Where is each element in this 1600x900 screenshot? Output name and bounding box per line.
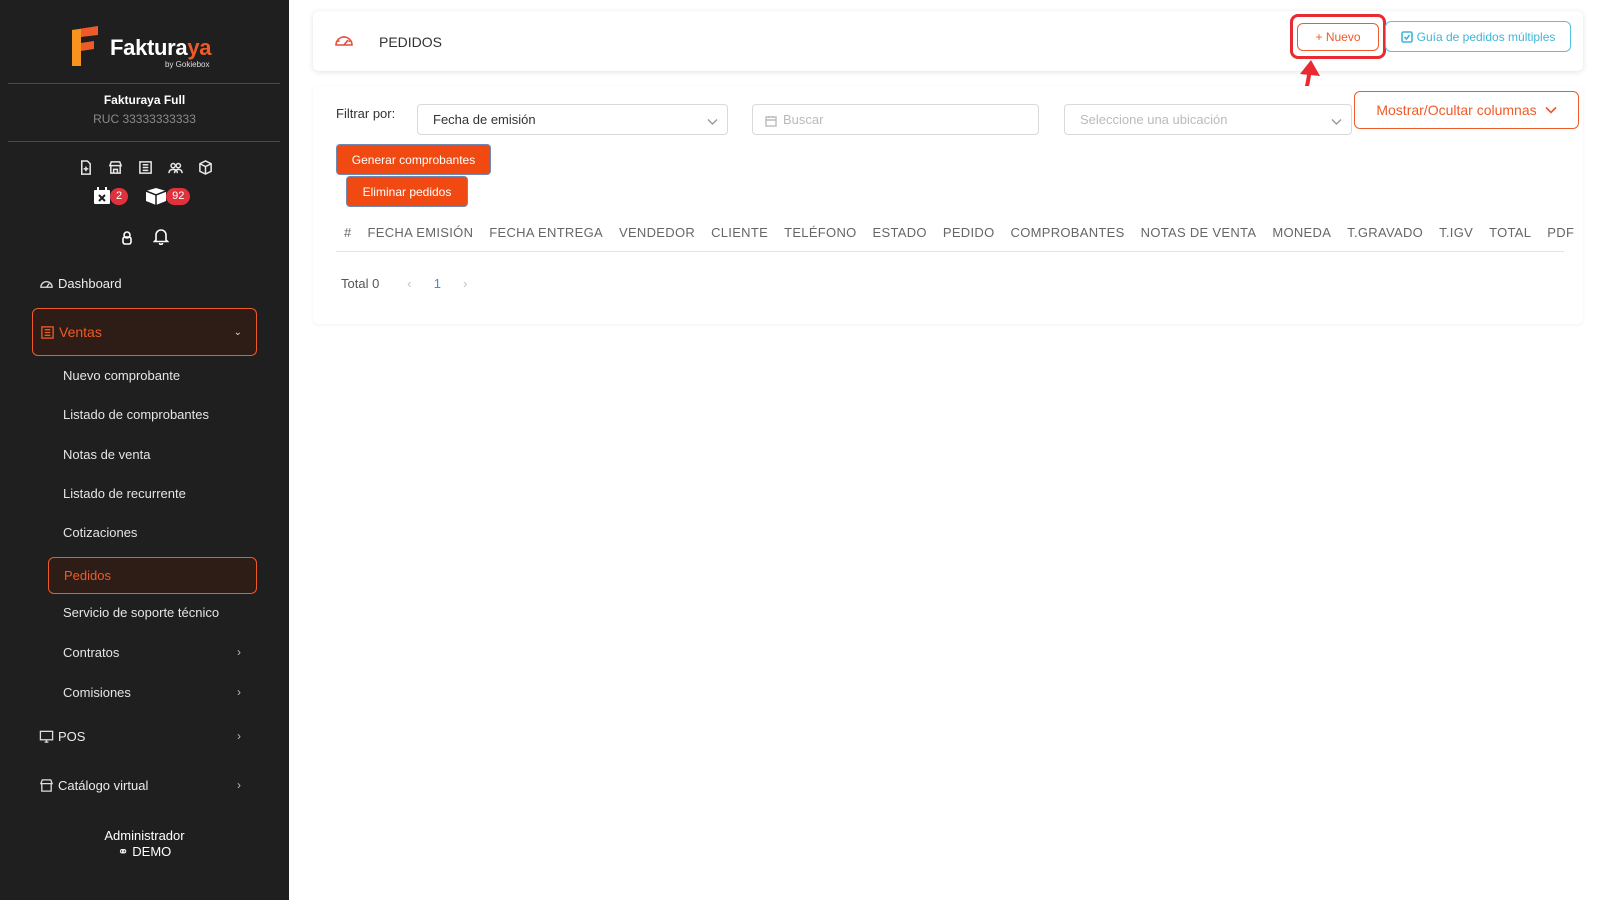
- sidebar-item-servicio-soporte[interactable]: Servicio de soporte técnico: [63, 605, 219, 620]
- user-name: DEMO: [132, 844, 172, 859]
- checkbox-icon: [1400, 30, 1413, 43]
- lock-icon[interactable]: [119, 227, 135, 245]
- chevron-down-icon: [1331, 114, 1342, 125]
- gauge-icon: [334, 31, 354, 49]
- company-ruc: RUC 33333333333: [93, 112, 196, 126]
- date-filter-select[interactable]: Fecha de emisión: [417, 104, 728, 135]
- users-icon[interactable]: [166, 158, 184, 176]
- company-name: Fakturaya Full: [103, 93, 186, 107]
- sidebar-item-pedidos[interactable]: Pedidos: [48, 557, 257, 594]
- column-header: MONEDA: [1272, 225, 1332, 240]
- filter-label: Filtrar por:: [336, 106, 396, 121]
- guia-label: Guía de pedidos múltiples: [1416, 29, 1556, 44]
- column-header: NOTAS DE VENTA: [1140, 225, 1257, 240]
- search-input[interactable]: Buscar: [752, 104, 1039, 135]
- box-icon[interactable]: [196, 158, 214, 176]
- sidebar-item-listado-comprobantes[interactable]: Listado de comprobantes: [63, 407, 209, 422]
- user-role: Administrador: [104, 828, 185, 843]
- sidebar-divider: [8, 141, 280, 142]
- chevron-down-icon: [1545, 106, 1557, 114]
- glasses-icon: ⚭: [117, 844, 129, 859]
- page-title: PEDIDOS: [379, 34, 443, 50]
- column-header: #: [344, 225, 352, 240]
- search-placeholder: Buscar: [783, 112, 824, 127]
- sidebar-item-pos[interactable]: POS: [39, 729, 85, 744]
- boxes-icon: [145, 188, 167, 205]
- chevron-down-icon: [707, 114, 718, 125]
- calendar-badge[interactable]: 2: [92, 186, 129, 206]
- list-icon[interactable]: [136, 158, 154, 176]
- sidebar-item-ventas[interactable]: Ventas ⌄: [32, 308, 257, 356]
- location-select[interactable]: Seleccione una ubicación: [1064, 104, 1352, 135]
- sidebar-item-comisiones[interactable]: Comisiones: [63, 685, 131, 700]
- column-header: T.IGV: [1439, 225, 1474, 240]
- sidebar-item-listado-recurrente[interactable]: Listado de recurrente: [63, 486, 186, 501]
- sidebar-item-nuevo-comprobante[interactable]: Nuevo comprobante: [63, 368, 180, 383]
- calendar-x-icon: [94, 187, 110, 204]
- toggle-columns-label: Mostrar/Ocultar columnas: [1376, 102, 1537, 118]
- bell-icon[interactable]: [153, 227, 169, 245]
- chevron-right-icon: ›: [237, 685, 241, 699]
- generar-comprobantes-button[interactable]: Generar comprobantes: [336, 144, 491, 175]
- sidebar-item-label: Pedidos: [64, 568, 111, 583]
- date-filter-value: Fecha de emisión: [433, 112, 536, 127]
- sidebar: Fakturaya by Gokiebox Fakturaya Full RUC…: [0, 0, 289, 900]
- column-header: TOTAL: [1489, 225, 1532, 240]
- notification-badges: 2 92: [92, 186, 191, 206]
- column-header: VENDEDOR: [618, 225, 696, 240]
- column-header: T.GRAVADO: [1347, 225, 1424, 240]
- sidebar-item-cotizaciones[interactable]: Cotizaciones: [63, 525, 137, 540]
- store-icon: [39, 779, 54, 792]
- gauge-icon: [40, 281, 53, 288]
- quick-access-icons: [76, 158, 214, 176]
- store-icon[interactable]: [106, 158, 124, 176]
- table-header: # FECHA EMISIÓN FECHA ENTREGA VENDEDOR C…: [336, 223, 1574, 252]
- sidebar-item-label: Catálogo virtual: [58, 778, 149, 793]
- inbox-count-badge: 92: [166, 187, 191, 205]
- brand-logo[interactable]: Fakturaya by Gokiebox: [68, 26, 218, 72]
- sidebar-item-contratos[interactable]: Contratos: [63, 645, 119, 660]
- calendar-count-badge: 2: [110, 187, 129, 205]
- sidebar-item-label: POS: [58, 729, 86, 744]
- user-info[interactable]: Administrador ⚭ DEMO: [0, 828, 289, 860]
- sidebar-item-catalogo[interactable]: Catálogo virtual: [39, 778, 148, 793]
- inbox-badge[interactable]: 92: [144, 186, 191, 206]
- sidebar-item-label: Ventas: [59, 324, 102, 340]
- guia-pedidos-button[interactable]: Guía de pedidos múltiples: [1385, 21, 1571, 52]
- brand-name: Fakturaya: [110, 35, 212, 60]
- column-header: PDF: [1547, 225, 1575, 240]
- chevron-left-icon[interactable]: ‹: [399, 276, 419, 291]
- brand-tagline: by Gokiebox: [165, 60, 210, 69]
- sidebar-divider: [8, 83, 280, 84]
- pagination: Total 0 ‹ 1 ›: [341, 276, 475, 291]
- logo-mark-icon: [72, 26, 98, 66]
- location-placeholder: Seleccione una ubicación: [1080, 112, 1228, 127]
- sidebar-item-dashboard[interactable]: Dashboard: [39, 276, 122, 291]
- column-header: TELÉFONO: [784, 225, 857, 240]
- sidebar-item-label: Dashboard: [58, 276, 122, 291]
- chevron-right-icon: ›: [237, 645, 241, 659]
- chevron-right-icon: ›: [237, 729, 241, 743]
- pagination-total: Total 0: [341, 276, 380, 291]
- toggle-columns-button[interactable]: Mostrar/Ocultar columnas: [1354, 91, 1579, 129]
- column-header: ESTADO: [872, 225, 927, 240]
- column-header: FECHA EMISIÓN: [367, 225, 474, 240]
- page-number[interactable]: 1: [419, 276, 455, 291]
- utility-icons: [119, 227, 169, 245]
- sidebar-item-notas-venta[interactable]: Notas de venta: [63, 447, 150, 462]
- column-header: FECHA ENTREGA: [489, 225, 603, 240]
- column-header: PEDIDO: [942, 225, 995, 240]
- nuevo-button[interactable]: + Nuevo: [1297, 23, 1379, 51]
- calendar-icon: [765, 115, 777, 127]
- new-document-icon[interactable]: [76, 158, 94, 176]
- eliminar-pedidos-button[interactable]: Eliminar pedidos: [346, 176, 468, 207]
- monitor-icon: [39, 730, 54, 743]
- chevron-right-icon[interactable]: ›: [455, 276, 475, 291]
- user-name-row: ⚭ DEMO: [0, 844, 289, 860]
- column-header: CLIENTE: [711, 225, 769, 240]
- column-header: COMPROBANTES: [1010, 225, 1125, 240]
- chevron-right-icon: ›: [237, 778, 241, 792]
- ledger-icon: [41, 325, 54, 339]
- chevron-down-icon: ⌄: [233, 327, 242, 338]
